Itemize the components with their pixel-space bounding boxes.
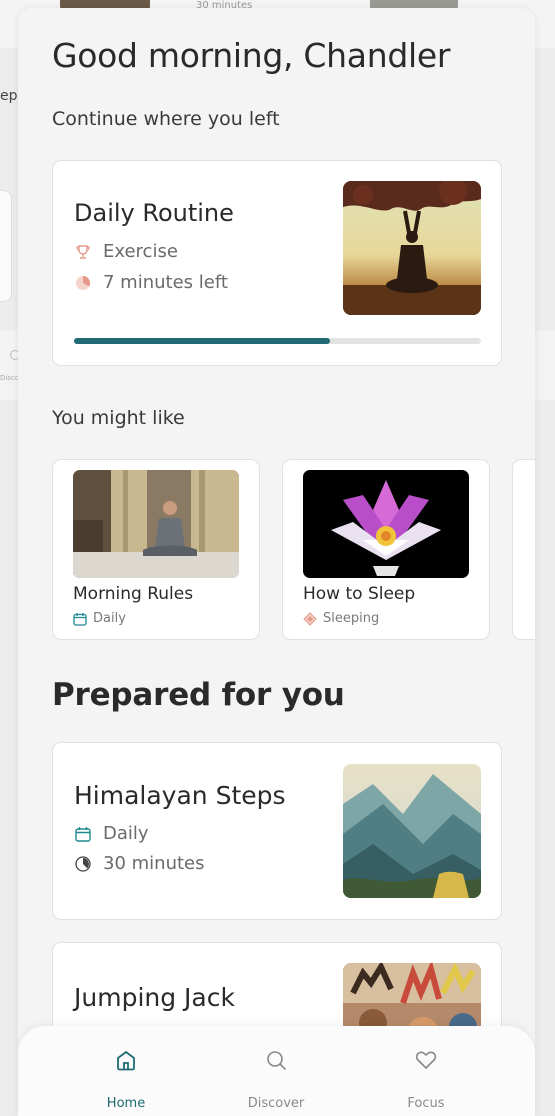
home-sheet: Good morning, Chandler Continue where yo… [18,8,535,1116]
tab-focus-label: Focus [407,1096,445,1111]
like-card-how-to-sleep[interactable]: How to Sleep Sleeping [282,459,490,640]
like-card-title: Morning Rules [73,584,194,604]
background-peek-text: ep [0,88,18,104]
lotus-image [303,470,469,578]
prepared-card-duration-label: 30 minutes [103,853,205,874]
calendar-icon [73,612,87,626]
prepared-card-duration: 30 minutes [75,853,205,874]
prepared-card-tag: Daily [75,823,149,844]
home-icon [117,1051,135,1071]
greeting-title: Good morning, Chandler [52,36,451,75]
continue-progress-bar [74,338,481,344]
like-card-partial[interactable] [512,459,535,640]
tab-discover-label: Discover [247,1096,305,1111]
prepared-heading: Prepared for you [52,677,345,713]
meditation-image [73,470,239,578]
continue-card-time-label: 7 minutes left [103,272,228,293]
continue-heading: Continue where you left [52,108,280,130]
heart-icon [415,1051,437,1069]
like-card-title: How to Sleep [303,584,416,604]
continue-card-category-label: Exercise [103,241,178,262]
tab-home[interactable]: Home [66,1026,186,1116]
prepared-card-title: Himalayan Steps [74,781,286,810]
continue-progress-fill [74,338,331,344]
search-icon [267,1051,286,1070]
continue-card-category: Exercise [75,241,178,262]
like-card-tag: Sleeping [303,611,379,626]
continue-card[interactable]: Daily Routine Exercise 7 minutes left [52,160,502,366]
tab-focus[interactable]: Focus [366,1026,486,1116]
yoga-image [343,181,481,315]
timer-icon [76,275,91,290]
background-card-edge [0,190,12,302]
prepared-card-tag-label: Daily [103,823,149,844]
bottom-tabbar: Home Discover Focus [18,1026,535,1116]
like-heading: You might like [52,407,185,429]
background-tab-label: Disco [0,374,20,382]
calendar-icon [75,826,91,842]
timer-icon [75,855,91,872]
prepared-card-title: Jumping Jack [74,983,235,1012]
mountain-image [343,764,481,898]
like-card-tag-label: Daily [93,611,126,626]
continue-card-title: Daily Routine [74,199,234,227]
like-card-morning-rules[interactable]: Morning Rules Daily [52,459,260,640]
tab-discover[interactable]: Discover [216,1026,336,1116]
like-card-tag: Daily [73,611,126,626]
tab-home-label: Home [106,1096,146,1111]
like-card-tag-label: Sleeping [323,611,380,626]
trophy-icon [76,244,90,259]
continue-card-time: 7 minutes left [75,272,228,293]
prepared-card-himalayan-steps[interactable]: Himalayan Steps Daily 30 minutes [52,742,502,920]
diamond-icon [303,611,317,626]
